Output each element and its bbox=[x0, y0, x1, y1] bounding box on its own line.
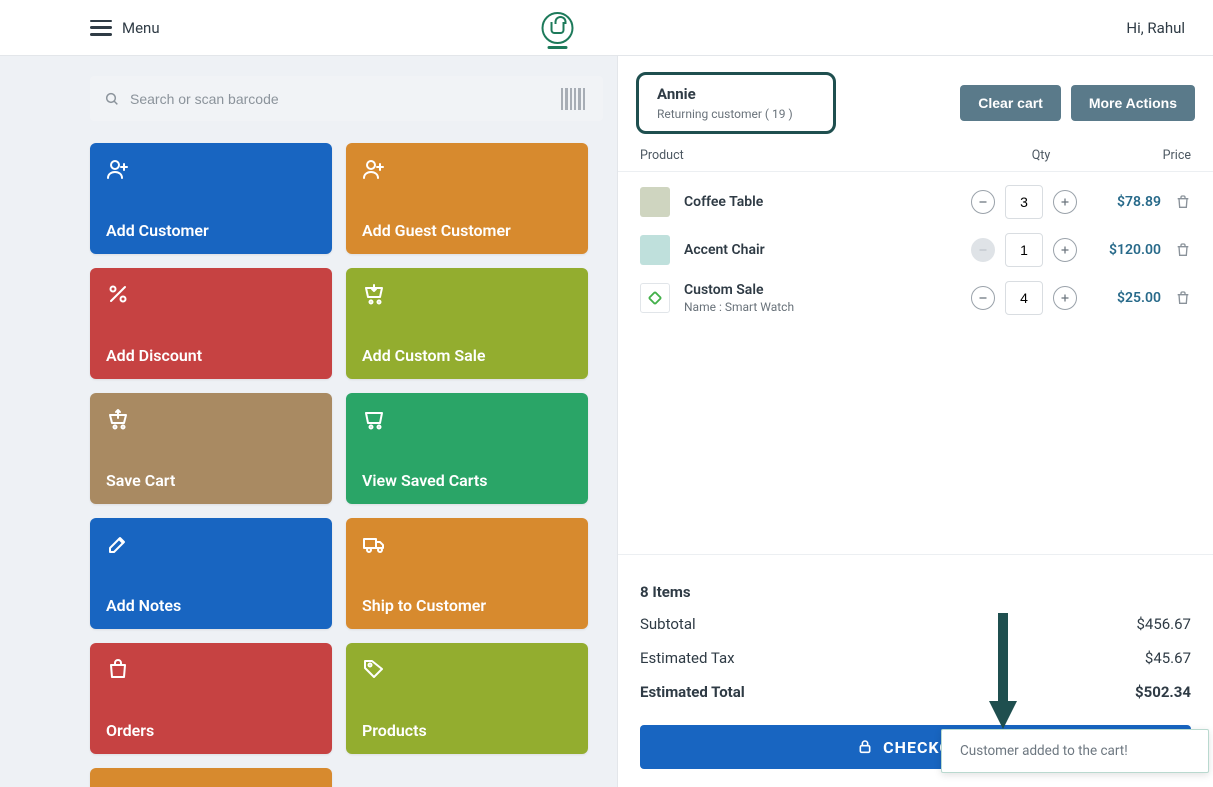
percent-icon bbox=[106, 282, 316, 308]
tile-label: Orders bbox=[106, 721, 316, 740]
line-price: $78.89 bbox=[1091, 194, 1161, 210]
qty-input[interactable] bbox=[1005, 233, 1043, 267]
tile-label: Add Customer bbox=[106, 221, 316, 240]
brand-logo-icon bbox=[541, 12, 573, 44]
tile-save-cart[interactable]: Save Cart bbox=[90, 393, 332, 504]
tax-value: $45.67 bbox=[1145, 649, 1191, 667]
more-actions-button[interactable]: More Actions bbox=[1071, 85, 1195, 121]
tile-products[interactable]: Products bbox=[346, 643, 588, 754]
total-value: $502.34 bbox=[1135, 683, 1191, 701]
toast-text: Customer added to the cart! bbox=[960, 743, 1128, 759]
tile-partial[interactable] bbox=[90, 768, 332, 787]
toast: Customer added to the cart! bbox=[941, 729, 1209, 773]
product-title: Custom SaleName : Smart Watch bbox=[684, 282, 971, 314]
cart-item: Coffee Table $78.89 bbox=[640, 178, 1191, 226]
col-price: Price bbox=[1101, 148, 1191, 163]
search-bar[interactable] bbox=[90, 76, 603, 121]
customer-meta: Returning customer ( 19 ) bbox=[657, 107, 815, 121]
items-count: 8 Items bbox=[640, 573, 1191, 607]
tag-icon bbox=[362, 657, 572, 683]
subtotal-label: Subtotal bbox=[640, 615, 696, 633]
tile-label: Add Notes bbox=[106, 596, 316, 615]
trash-icon[interactable] bbox=[1175, 194, 1191, 210]
product-title: Accent Chair bbox=[684, 242, 971, 258]
menu-label: Menu bbox=[122, 19, 160, 37]
subtotal-value: $456.67 bbox=[1136, 615, 1191, 633]
hamburger-icon bbox=[90, 20, 112, 36]
product-thumb bbox=[640, 187, 670, 217]
product-title: Coffee Table bbox=[684, 194, 971, 210]
line-price: $25.00 bbox=[1091, 290, 1161, 306]
clear-cart-button[interactable]: Clear cart bbox=[960, 85, 1061, 121]
truck-icon bbox=[362, 532, 572, 558]
tile-label: Add Discount bbox=[106, 346, 316, 365]
product-sub: Name : Smart Watch bbox=[684, 300, 971, 314]
product-thumb bbox=[640, 283, 670, 313]
qty-plus-button[interactable] bbox=[1053, 238, 1077, 262]
barcode-icon[interactable] bbox=[561, 88, 589, 110]
qty-minus-button[interactable] bbox=[971, 190, 995, 214]
total-label: Estimated Total bbox=[640, 683, 745, 701]
tile-view-saved-carts[interactable]: View Saved Carts bbox=[346, 393, 588, 504]
annotation-arrow-icon bbox=[989, 609, 1017, 729]
trash-icon[interactable] bbox=[1175, 290, 1191, 306]
cart-item: Accent Chair $120.00 bbox=[640, 226, 1191, 274]
qty-minus-button bbox=[971, 238, 995, 262]
col-qty: Qty bbox=[981, 148, 1101, 163]
lock-icon bbox=[857, 739, 873, 755]
tile-label: Ship to Customer bbox=[362, 596, 572, 615]
tile-label: Products bbox=[362, 721, 572, 740]
customer-name: Annie bbox=[657, 85, 815, 103]
menu-button[interactable]: Menu bbox=[90, 19, 160, 37]
search-icon bbox=[104, 91, 120, 107]
greeting: Hi, Rahul bbox=[1126, 19, 1185, 37]
qty-plus-button[interactable] bbox=[1053, 286, 1077, 310]
qty-input[interactable] bbox=[1005, 185, 1043, 219]
trash-icon[interactable] bbox=[1175, 242, 1191, 258]
edit-icon bbox=[106, 532, 316, 558]
tile-add-customer[interactable]: Add Customer bbox=[90, 143, 332, 254]
cart-item: Custom SaleName : Smart Watch $25.00 bbox=[640, 274, 1191, 322]
product-thumb bbox=[640, 235, 670, 265]
tile-add-notes[interactable]: Add Notes bbox=[90, 518, 332, 629]
cart-icon bbox=[362, 407, 572, 433]
qty-minus-button[interactable] bbox=[971, 286, 995, 310]
tile-orders[interactable]: Orders bbox=[90, 643, 332, 754]
search-input[interactable] bbox=[130, 91, 551, 107]
col-product: Product bbox=[640, 148, 981, 163]
tile-ship-to-customer[interactable]: Ship to Customer bbox=[346, 518, 588, 629]
tile-label: Save Cart bbox=[106, 471, 316, 490]
person-plus-icon bbox=[106, 157, 316, 183]
tile-add-discount[interactable]: Add Discount bbox=[90, 268, 332, 379]
customer-chip[interactable]: Annie Returning customer ( 19 ) bbox=[636, 72, 836, 134]
tile-label: View Saved Carts bbox=[362, 471, 572, 490]
tax-label: Estimated Tax bbox=[640, 649, 735, 667]
qty-input[interactable] bbox=[1005, 281, 1043, 315]
qty-plus-button[interactable] bbox=[1053, 190, 1077, 214]
line-price: $120.00 bbox=[1091, 242, 1161, 258]
bag-icon bbox=[106, 657, 316, 683]
cart-save-icon bbox=[106, 407, 316, 433]
